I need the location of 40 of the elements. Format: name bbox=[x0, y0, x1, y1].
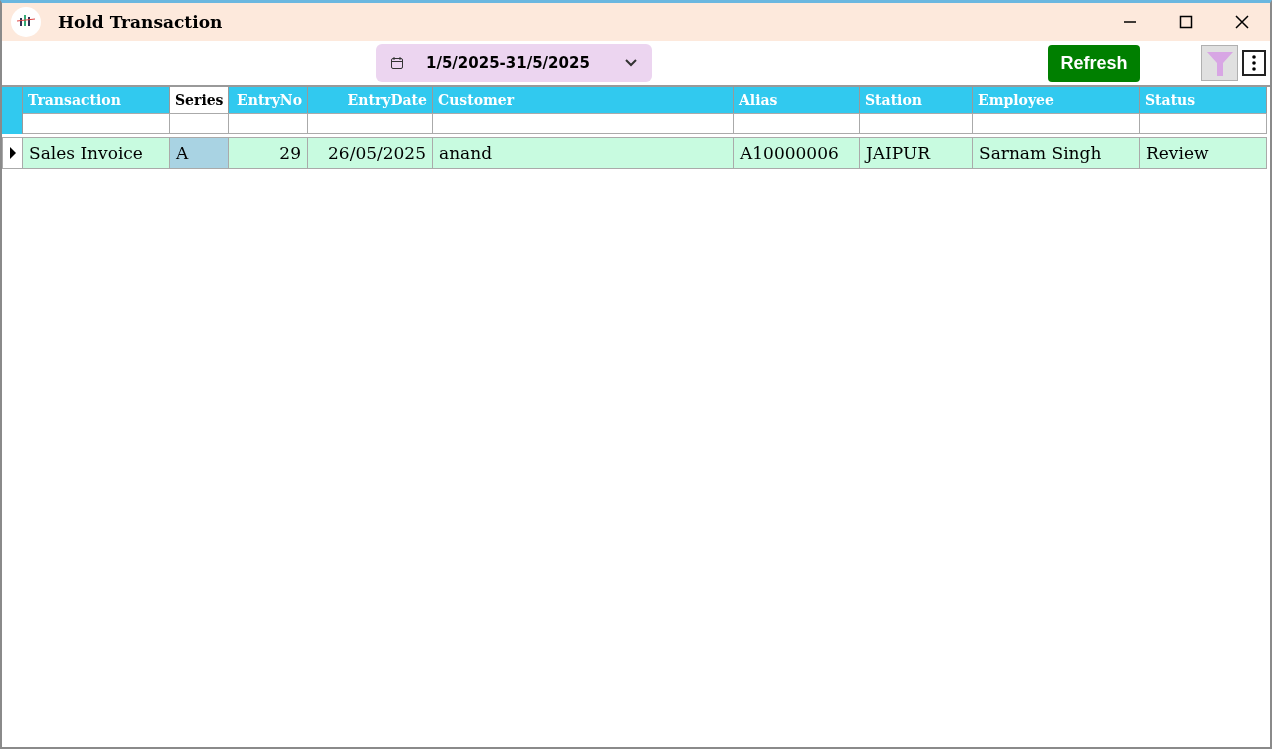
filter-icon bbox=[1205, 49, 1234, 77]
filter-field[interactable] bbox=[229, 113, 308, 134]
filter-row-header bbox=[2, 113, 23, 134]
filter-field[interactable] bbox=[1140, 113, 1267, 134]
table-cell: A10000006 bbox=[734, 137, 860, 169]
table-cell: Review bbox=[1140, 137, 1267, 169]
column-header[interactable]: Transaction bbox=[23, 87, 170, 113]
row-header[interactable] bbox=[2, 137, 23, 169]
filter-field[interactable] bbox=[860, 113, 973, 134]
table-cell: 26/05/2025 bbox=[308, 137, 433, 169]
more-options-button[interactable] bbox=[1242, 50, 1266, 76]
column-header[interactable]: Employee bbox=[973, 87, 1140, 113]
column-header[interactable]: EntryNo bbox=[229, 87, 308, 113]
close-icon bbox=[1235, 15, 1249, 29]
current-row-icon bbox=[9, 147, 16, 159]
table-cell: A bbox=[170, 137, 229, 169]
filter-field[interactable] bbox=[433, 113, 734, 134]
table-cell: Sales Invoice bbox=[23, 137, 170, 169]
window-title: Hold Transaction bbox=[58, 12, 224, 32]
more-icon bbox=[1252, 55, 1256, 71]
refresh-button[interactable]: Refresh bbox=[1048, 44, 1140, 82]
date-range-dropdown[interactable]: 1/5/2025-31/5/2025 bbox=[376, 44, 652, 82]
table-cell: 29 bbox=[229, 137, 308, 169]
filter-field[interactable] bbox=[308, 113, 433, 134]
column-header[interactable]: Status bbox=[1140, 87, 1267, 113]
column-header[interactable]: Customer bbox=[433, 87, 734, 113]
filter-field[interactable] bbox=[734, 113, 860, 134]
calendar-icon bbox=[390, 56, 404, 70]
column-header[interactable]: Alias bbox=[734, 87, 860, 113]
caret-icon bbox=[624, 58, 638, 68]
logo-icon bbox=[10, 6, 42, 38]
table-cell: JAIPUR bbox=[860, 137, 973, 169]
filter-field[interactable] bbox=[973, 113, 1140, 134]
table-cell: anand bbox=[433, 137, 734, 169]
table-cell: Sarnam Singh bbox=[973, 137, 1140, 169]
filter-field[interactable] bbox=[170, 113, 229, 134]
column-header[interactable]: Station bbox=[860, 87, 973, 113]
maximize-icon bbox=[1179, 15, 1193, 29]
column-header[interactable]: EntryDate bbox=[308, 87, 433, 113]
filter-field[interactable] bbox=[23, 113, 170, 134]
